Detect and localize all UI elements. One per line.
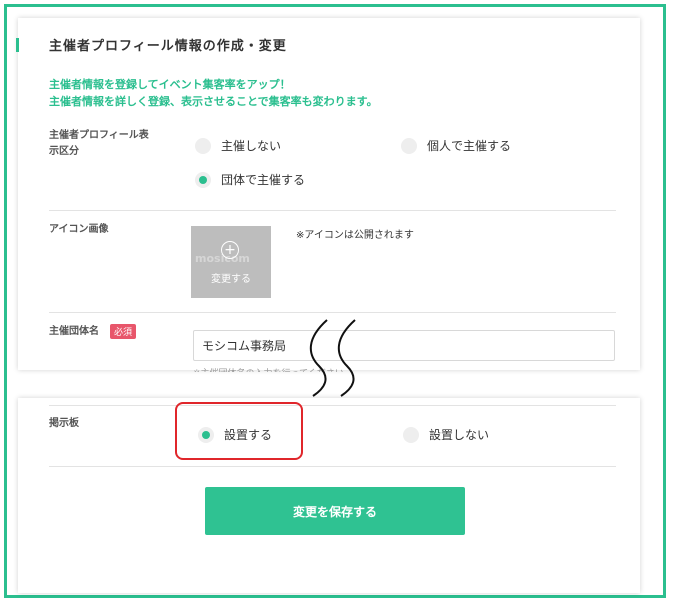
intro-text: 主催者情報を登録してイベント集客率をアップ！ 主催者情報を詳しく登録、表示させる… [49,76,378,110]
break-squiggle-icon [309,319,356,397]
icon-image-label: アイコン画像 [49,224,109,235]
board-label: 掲示板 [49,418,79,429]
plus-circle-icon: + [221,241,239,259]
icon-public-note: ※アイコンは公開されます [296,230,414,241]
radio-dot-selected[interactable] [195,171,211,188]
radio-dot[interactable] [401,137,417,154]
intro-line-1: 主催者情報を登録してイベント集客率をアップ！ [49,78,291,91]
radio-board-none[interactable]: 設置しない [403,426,489,443]
org-name-label: 主催団体名 [49,326,99,337]
display-type-label: 主催者プロフィール表 示区分 [49,130,149,157]
save-changes-button[interactable]: 変更を保存する [205,487,465,535]
title-accent-bar [16,38,19,52]
highlight-annotation [175,402,303,460]
divider [49,312,616,313]
radio-dot[interactable] [403,426,419,443]
radio-group-host[interactable]: 団体で主催する [195,171,305,188]
required-badge: 必須 [110,324,137,339]
icon-upload-button[interactable]: mosicom + 変更する [191,226,271,298]
radio-individual-host[interactable]: 個人で主催する [401,137,511,154]
radio-dot[interactable] [195,137,211,154]
org-name-input[interactable] [193,330,615,361]
divider [49,466,616,467]
divider [49,210,616,211]
change-icon-label: 変更する [211,274,251,285]
radio-no-host[interactable]: 主催しない [195,137,281,154]
page-title: 主催者プロフィール情報の作成・変更 [49,39,287,54]
intro-line-2: 主催者情報を詳しく登録、表示させることで集客率も変わります。 [49,95,378,108]
divider [49,405,616,406]
